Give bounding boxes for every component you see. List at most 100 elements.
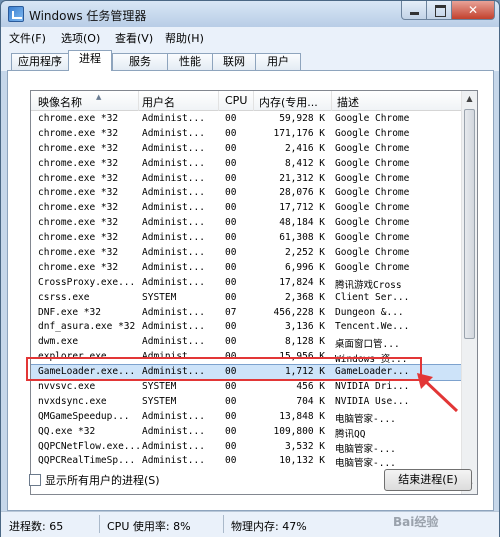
annotation-highlight-box (26, 357, 422, 381)
table-row[interactable]: chrome.exe *32 Administ... 00 48,184 K Googl… (31, 216, 463, 231)
table-row[interactable]: nvvsvc.exe SYSTEM 00 456 K NVIDIA Dri... (31, 380, 463, 395)
cell-user-name: Administ... (142, 306, 205, 318)
menu-bar: 文件(F) 选项(O) 查看(V) 帮助(H) (1, 27, 499, 47)
cell-image-name: nvxdsync.exe (38, 395, 107, 407)
tab-users[interactable]: 用户 (255, 53, 301, 71)
table-row[interactable]: chrome.exe *32 Administ... 00 28,076 K Googl… (31, 186, 463, 201)
cell-user-name: Administ... (142, 455, 205, 467)
cell-memory: 2,368 K (284, 291, 325, 303)
cell-cpu: 00 (225, 172, 237, 184)
column-user-name[interactable]: 用户名 (142, 94, 175, 110)
show-all-users-checkbox[interactable]: 显示所有用户的进程(S) (29, 472, 160, 488)
table-row[interactable]: chrome.exe *32 Administ... 00 8,412 K Google… (31, 157, 463, 172)
table-row[interactable]: chrome.exe *32 Administ... 00 21,312 K Googl… (31, 172, 463, 187)
cell-cpu: 00 (225, 276, 237, 288)
cell-memory: 704 K (296, 395, 325, 407)
column-image-name[interactable]: 映像名称 ▲ (38, 93, 101, 110)
process-table[interactable]: 映像名称 ▲ 用户名 CPU 内存(专用... 描述 chrome.exe *32… (30, 90, 478, 495)
cell-cpu: 00 (225, 440, 237, 452)
title-bar[interactable]: Windows 任务管理器 ✕ (1, 1, 499, 27)
processes-panel: 映像名称 ▲ 用户名 CPU 内存(专用... 描述 chrome.exe *32… (7, 70, 494, 511)
cell-cpu: 00 (225, 455, 237, 467)
minimize-button[interactable] (401, 1, 427, 20)
cell-user-name: Administ... (142, 142, 205, 154)
tab-performance[interactable]: 性能 (167, 53, 213, 71)
cell-user-name: Administ... (142, 157, 205, 169)
column-memory[interactable]: 内存(专用... (259, 94, 318, 110)
menu-view[interactable]: 查看(V) (115, 30, 153, 46)
cell-description: 腾讯QQ (335, 428, 366, 440)
table-row[interactable]: chrome.exe *32 Administ... 00 2,416 K Google… (31, 142, 463, 157)
table-row[interactable]: QQPCNetFlow.exe... Administ... 00 3,532 K 电脑… (31, 440, 463, 455)
column-divider[interactable] (253, 91, 254, 111)
checkbox-box[interactable] (29, 474, 41, 486)
close-icon: ✕ (467, 3, 479, 17)
cell-image-name: csrss.exe (38, 291, 90, 303)
cell-cpu: 00 (225, 217, 237, 229)
table-row[interactable]: chrome.exe *32 Administ... 00 17,712 K Googl… (31, 201, 463, 216)
table-row[interactable]: nvxdsync.exe SYSTEM 00 704 K NVIDIA Use... (31, 395, 463, 410)
cell-image-name: QQPCRealTimeSp... (38, 455, 136, 467)
table-row[interactable]: chrome.exe *32 Administ... 00 2,252 K Google… (31, 246, 463, 261)
menu-options[interactable]: 选项(O) (61, 30, 100, 46)
vertical-scrollbar[interactable]: ▲ ▼ (461, 91, 477, 494)
cell-user-name: Administ... (142, 425, 205, 437)
table-row[interactable]: chrome.exe *32 Administ... 00 6,996 K Google… (31, 261, 463, 276)
cell-image-name: DNF.exe *32 (38, 306, 101, 318)
column-description[interactable]: 描述 (337, 94, 359, 110)
cell-image-name: dnf_asura.exe *32 (38, 321, 136, 333)
cell-memory: 13,848 K (279, 410, 325, 422)
cell-cpu: 00 (225, 261, 237, 273)
cell-image-name: dwm.exe (38, 336, 79, 348)
cell-cpu: 07 (225, 306, 237, 318)
tab-strip: 应用程序 进程 服务 性能 联网 用户 (1, 47, 499, 71)
cell-description: Google Chrome (335, 142, 410, 154)
sort-ascending-icon: ▲ (96, 93, 102, 101)
close-button[interactable]: ✕ (451, 1, 495, 20)
cell-image-name: chrome.exe *32 (38, 247, 119, 259)
cell-image-name: nvvsvc.exe (38, 381, 96, 393)
scrollbar-thumb[interactable] (464, 109, 475, 339)
cell-cpu: 00 (225, 321, 237, 333)
annotation-arrow-icon (417, 373, 459, 413)
cell-description: Google Chrome (335, 232, 410, 244)
table-row[interactable]: csrss.exe SYSTEM 00 2,368 K Client Ser... (31, 291, 463, 306)
tab-applications[interactable]: 应用程序 (11, 53, 69, 71)
table-row[interactable]: chrome.exe *32 Administ... 00 59,928 K Googl… (31, 112, 463, 127)
cell-image-name: QQ.exe *32 (38, 425, 96, 437)
column-cpu[interactable]: CPU (225, 94, 247, 107)
table-header: 映像名称 ▲ 用户名 CPU 内存(专用... 描述 (31, 91, 463, 111)
table-row[interactable]: chrome.exe *32 Administ... 00 171,176 K Goog… (31, 127, 463, 142)
table-row[interactable]: QQPCRealTimeSp... Administ... 00 10,132 K 电脑… (31, 454, 463, 469)
table-row[interactable]: DNF.exe *32 Administ... 07 456,228 K Dungeon… (31, 306, 463, 321)
table-row[interactable]: QMGameSpeedup... Administ... 00 13,848 K 电脑管… (31, 410, 463, 425)
column-divider[interactable] (331, 91, 332, 111)
watermark-logo: Bai经验 (393, 515, 439, 529)
tab-processes[interactable]: 进程 (68, 50, 112, 71)
status-physical-memory: 物理内存: 47% (231, 520, 307, 533)
end-process-button[interactable]: 结束进程(E) (384, 469, 472, 491)
cell-description: Tencent.We... (335, 321, 410, 333)
table-row[interactable]: chrome.exe *32 Administ... 00 61,308 K Googl… (31, 231, 463, 246)
maximize-button[interactable] (426, 1, 452, 20)
table-row[interactable]: QQ.exe *32 Administ... 00 109,800 K 腾讯QQ (31, 425, 463, 440)
cell-image-name: chrome.exe *32 (38, 127, 119, 139)
cell-description: Google Chrome (335, 217, 410, 229)
column-divider[interactable] (138, 91, 139, 111)
status-divider (223, 515, 224, 533)
table-row[interactable]: CrossProxy.exe... Administ... 00 17,824 K 腾讯… (31, 276, 463, 291)
cell-user-name: Administ... (142, 187, 205, 199)
cell-image-name: QQPCNetFlow.exe... (38, 440, 141, 452)
scroll-up-icon[interactable]: ▲ (462, 91, 477, 107)
table-row[interactable]: dnf_asura.exe *32 Administ... 00 3,136 K Ten… (31, 320, 463, 335)
tab-networking[interactable]: 联网 (212, 53, 256, 71)
menu-file[interactable]: 文件(F) (9, 30, 46, 46)
tab-services[interactable]: 服务 (112, 53, 168, 71)
cell-description: Google Chrome (335, 157, 410, 169)
cell-image-name: CrossProxy.exe... (38, 276, 136, 288)
cell-image-name: chrome.exe *32 (38, 187, 119, 199)
column-divider[interactable] (218, 91, 219, 111)
menu-help[interactable]: 帮助(H) (165, 30, 204, 46)
cell-user-name: Administ... (142, 127, 205, 139)
table-row[interactable]: dwm.exe Administ... 00 8,128 K 桌面窗口管... (31, 335, 463, 350)
